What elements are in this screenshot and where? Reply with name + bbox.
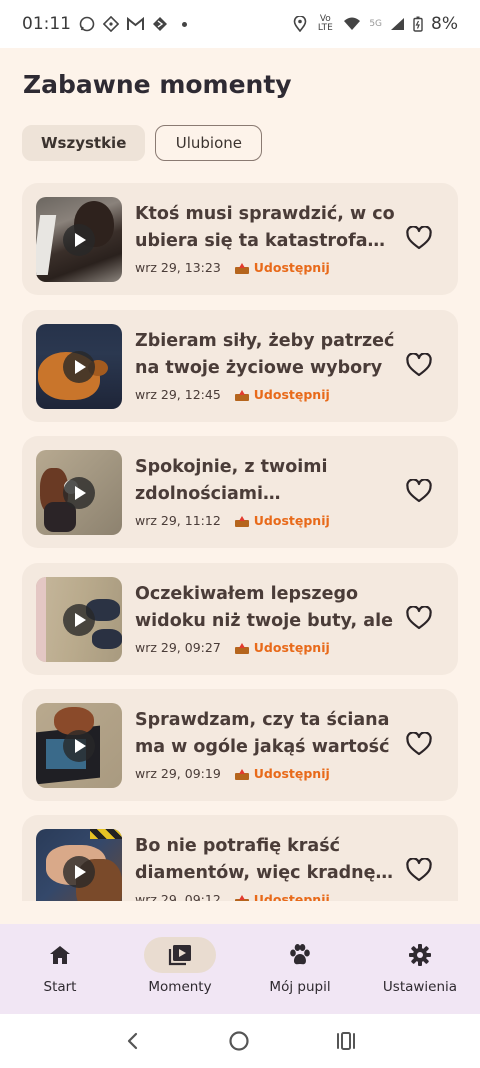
nav-label-start: Start [43, 979, 77, 995]
share-label: Udostępnij [253, 387, 330, 402]
nav-item-settings[interactable]: Ustawienia [360, 924, 480, 1014]
share-icon [234, 894, 249, 901]
favorite-heart-icon[interactable] [406, 226, 432, 250]
share-label: Udostępnij [253, 892, 330, 901]
moment-thumbnail[interactable] [36, 324, 122, 409]
share-icon [234, 389, 249, 401]
nav-item-start[interactable]: Start [0, 924, 120, 1014]
moment-meta: wrz 29, 12:45 Udostępnij [135, 387, 330, 402]
system-navigation-bar [0, 1014, 480, 1068]
network-type-label: 5G [369, 18, 383, 29]
moment-title: Ktoś musi sprawdzić, w co ubiera się ta … [135, 204, 395, 251]
status-time: 01:11 [22, 14, 71, 34]
status-bar: 01:11 Vo LTE 5G 8% [0, 0, 480, 48]
home-circle-icon[interactable] [228, 1030, 250, 1052]
filter-chip-favorites[interactable]: Ulubione [155, 125, 263, 161]
moment-thumbnail[interactable] [36, 829, 122, 901]
battery-icon [413, 16, 423, 32]
nav-item-my-pet[interactable]: Mój pupil [240, 924, 360, 1014]
video-library-icon [168, 945, 191, 966]
moment-thumbnail[interactable] [36, 577, 122, 662]
moment-title: Zbieram siły, żeby patrzeć na twoje życi… [135, 331, 395, 378]
share-button[interactable]: Udostępnij [234, 260, 330, 275]
moment-title: Spokojnie, z twoimi zdolnościami negocja… [135, 457, 328, 504]
paw-icon [290, 944, 310, 965]
favorite-heart-icon[interactable] [406, 479, 432, 503]
location-icon [294, 16, 307, 32]
wifi-icon [344, 17, 361, 30]
moment-card[interactable]: Ktoś musi sprawdzić, w co ubiera się ta … [22, 183, 458, 295]
moment-meta: wrz 29, 09:19 Udostępnij [135, 766, 330, 781]
favorite-heart-icon[interactable] [406, 858, 432, 882]
play-icon [63, 477, 95, 509]
moment-date: wrz 29, 12:45 [135, 387, 221, 402]
share-label: Udostępnij [253, 260, 330, 275]
share-label: Udostępnij [253, 513, 330, 528]
favorite-heart-icon[interactable] [406, 606, 432, 630]
moment-card[interactable]: Spokojnie, z twoimi zdolnościami negocja… [22, 436, 458, 548]
share-icon [234, 515, 249, 527]
share-label: Udostępnij [253, 640, 330, 655]
bottom-navigation: Start Momenty Mój pupil Ustawienia [0, 924, 480, 1014]
moment-meta: wrz 29, 13:23 Udostępnij [135, 260, 330, 275]
moment-date: wrz 29, 11:12 [135, 513, 221, 528]
play-icon [63, 730, 95, 762]
moment-thumbnail[interactable] [36, 450, 122, 535]
share-icon [234, 768, 249, 780]
battery-percent: 8% [431, 14, 458, 34]
gmail-icon [127, 17, 144, 30]
app-diamond-icon [153, 17, 167, 31]
moment-card[interactable]: Bo nie potrafię kraść diamentów, więc kr… [22, 815, 458, 901]
back-icon[interactable] [123, 1031, 143, 1051]
moment-card[interactable]: Zbieram siły, żeby patrzeć na twoje życi… [22, 310, 458, 422]
nav-label-moments: Momenty [148, 979, 212, 995]
play-icon [63, 856, 95, 888]
nav-item-moments[interactable]: Momenty [120, 924, 240, 1014]
moment-card[interactable]: Sprawdzam, czy ta ściana ma w ogóle jaką… [22, 689, 458, 801]
nav-label-my-pet: Mój pupil [269, 979, 331, 995]
nav-label-settings: Ustawienia [382, 979, 458, 995]
diamond-grid-icon [103, 16, 119, 32]
whatsapp-icon [79, 16, 95, 32]
moment-title: Oczekiwałem lepszego widoku niż twoje bu… [135, 584, 393, 631]
moment-date: wrz 29, 13:23 [135, 260, 221, 275]
moment-title: Bo nie potrafię kraść diamentów, więc kr… [135, 836, 376, 883]
home-icon [50, 946, 70, 964]
volte-indicator: Vo LTE [317, 14, 333, 33]
cell-signal-icon [391, 18, 405, 30]
moment-card[interactable]: Oczekiwałem lepszego widoku niż twoje bu… [22, 563, 458, 675]
play-icon [63, 224, 95, 256]
favorite-heart-icon[interactable] [406, 732, 432, 756]
share-label: Udostępnij [253, 766, 330, 781]
share-button[interactable]: Udostępnij [234, 513, 330, 528]
moments-list[interactable]: Ktoś musi sprawdzić, w co ubiera się ta … [22, 183, 458, 901]
favorite-heart-icon[interactable] [406, 353, 432, 377]
play-icon [63, 351, 95, 383]
share-button[interactable]: Udostępnij [234, 892, 330, 901]
moment-meta: wrz 29, 09:27 Udostępnij [135, 640, 330, 655]
page-title: Zabawne momenty [23, 70, 292, 99]
moment-date: wrz 29, 09:27 [135, 640, 221, 655]
moment-thumbnail[interactable] [36, 197, 122, 282]
share-button[interactable]: Udostępnij [234, 387, 330, 402]
share-button[interactable]: Udostępnij [234, 766, 330, 781]
share-icon [234, 642, 249, 654]
moment-meta: wrz 29, 11:12 Udostępnij [135, 513, 330, 528]
notification-dot-icon [182, 21, 187, 27]
moment-thumbnail[interactable] [36, 703, 122, 788]
recent-apps-icon[interactable] [335, 1031, 357, 1051]
filter-chips: Wszystkie Ulubione [22, 125, 263, 161]
moment-title: Sprawdzam, czy ta ściana ma w ogóle jaką… [135, 710, 390, 757]
play-icon [63, 604, 95, 636]
share-button[interactable]: Udostępnij [234, 640, 330, 655]
moment-meta: wrz 29, 09:12 Udostępnij [135, 892, 330, 901]
moment-date: wrz 29, 09:12 [135, 892, 221, 901]
moment-date: wrz 29, 09:19 [135, 766, 221, 781]
gear-icon [409, 944, 431, 966]
share-icon [234, 262, 249, 274]
filter-chip-all[interactable]: Wszystkie [22, 125, 146, 161]
